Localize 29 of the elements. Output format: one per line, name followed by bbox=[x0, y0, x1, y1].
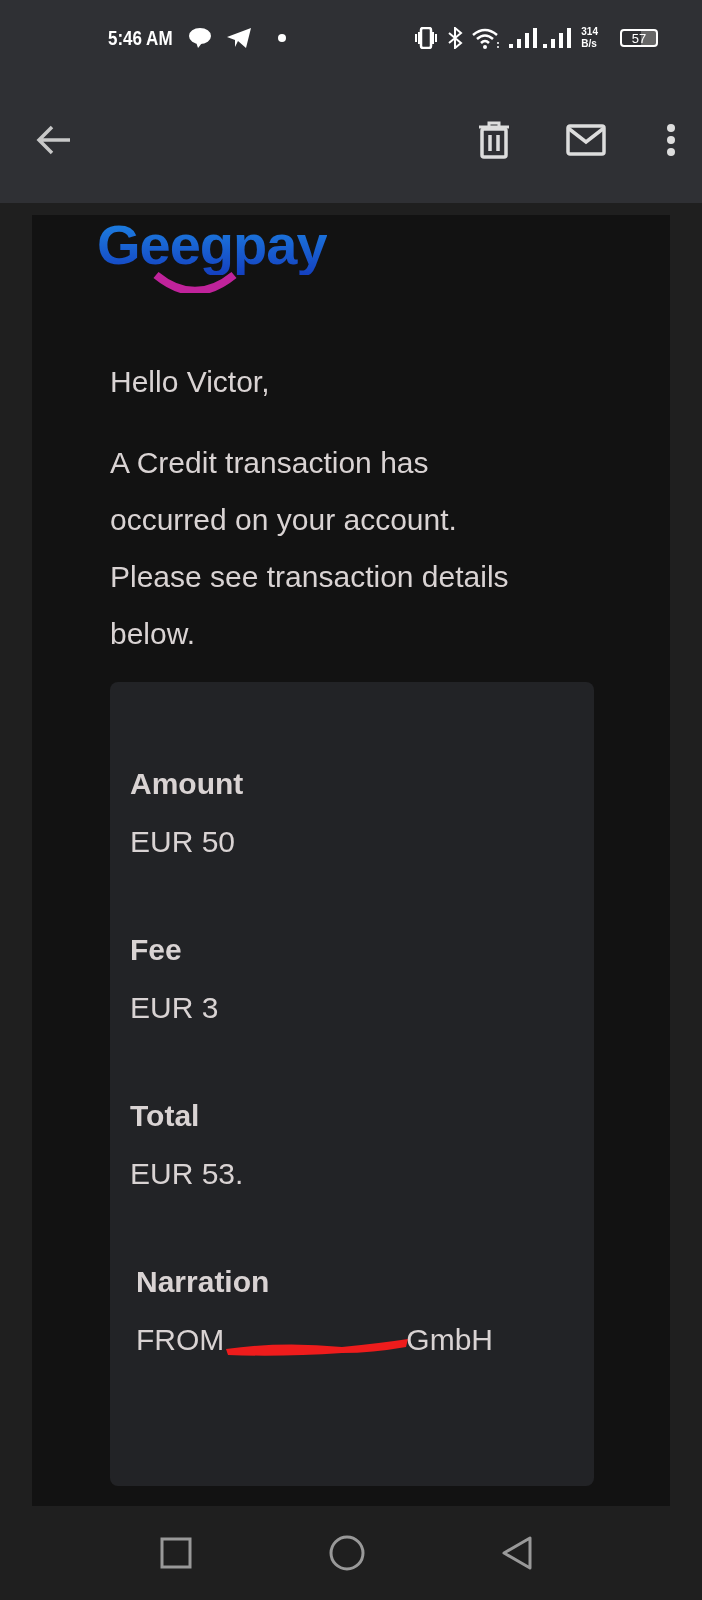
more-options-button[interactable] bbox=[666, 122, 676, 157]
vibrate-icon bbox=[413, 27, 440, 49]
detail-value: FROM bbox=[136, 1322, 225, 1358]
network-speed: 314 bbox=[581, 26, 598, 38]
message-text: A Credit transaction has occurred on your account. Please see transaction details below. bbox=[110, 445, 510, 652]
battery-level: 57 bbox=[620, 29, 658, 47]
speed-unit: B/s bbox=[581, 38, 598, 50]
wifi-icon bbox=[471, 27, 502, 49]
signal-icon bbox=[509, 27, 574, 49]
greeting-text: Hello Victor, bbox=[110, 364, 271, 400]
detail-label: Amount bbox=[130, 766, 245, 802]
clock-time: 5:46 AM bbox=[108, 26, 173, 50]
bluetooth-icon bbox=[447, 27, 464, 49]
detail-label: Total bbox=[130, 1098, 201, 1134]
mail-button[interactable] bbox=[566, 123, 606, 156]
recent-apps-button[interactable] bbox=[160, 1537, 192, 1569]
detail-value: GmbH bbox=[406, 1322, 493, 1358]
detail-value: EUR 50 bbox=[130, 824, 237, 860]
back-button[interactable] bbox=[36, 123, 72, 156]
delete-button[interactable] bbox=[478, 120, 510, 159]
detail-label: Fee bbox=[130, 932, 183, 968]
chat-bubble-icon bbox=[187, 27, 212, 49]
paper-plane-icon bbox=[225, 27, 252, 49]
home-button[interactable] bbox=[329, 1535, 365, 1571]
detail-label: Narration bbox=[136, 1264, 271, 1300]
detail-value: EUR 53. bbox=[130, 1156, 245, 1192]
back-nav-button[interactable] bbox=[502, 1536, 532, 1570]
detail-value: EUR 3 bbox=[130, 990, 220, 1026]
dot-icon bbox=[277, 34, 286, 42]
